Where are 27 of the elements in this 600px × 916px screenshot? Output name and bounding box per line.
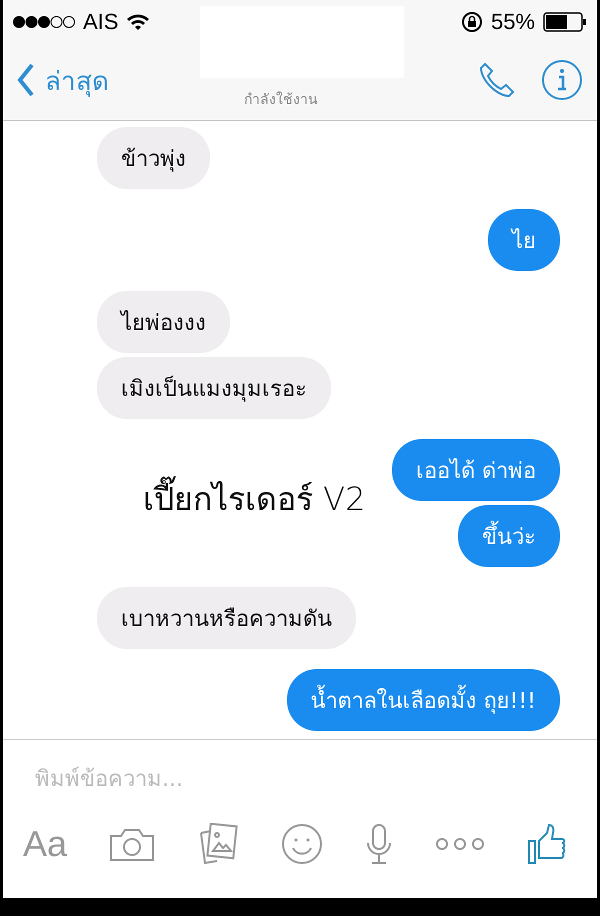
- sent-message: เออได้ ด่าพ่อ: [392, 439, 560, 501]
- sent-message: ขึ้นว่ะ: [458, 505, 560, 567]
- back-chevron-icon: [17, 63, 35, 97]
- active-status: กำลังใช้งาน: [244, 90, 318, 110]
- call-button[interactable]: [477, 60, 517, 100]
- received-message: ข้าวพุ่ง: [97, 127, 210, 189]
- carrier-name: AIS: [83, 9, 118, 35]
- info-button[interactable]: [541, 59, 583, 101]
- battery-percent: 55%: [490, 9, 535, 35]
- received-message: ไยพ่องงง: [97, 291, 230, 353]
- rotation-lock-icon: [460, 11, 483, 33]
- received-message: เมิงเป็นแมงมุมเรอะ: [97, 357, 331, 419]
- signal-icon: [13, 15, 75, 29]
- text-format-button[interactable]: Aa: [23, 823, 68, 865]
- like-button[interactable]: [526, 823, 567, 865]
- received-message: เบาหวานหรือความดัน: [97, 587, 356, 649]
- emoji-button[interactable]: [281, 823, 323, 865]
- microphone-button[interactable]: [364, 823, 393, 865]
- camera-button[interactable]: [109, 826, 156, 862]
- battery-icon: [543, 12, 587, 32]
- sent-message: น้ำตาลในเลือดมั้ง ถุย!!!: [286, 669, 560, 731]
- wifi-icon: [126, 13, 150, 31]
- caption-text: เปี๊ยกไรเดอร์ V2: [143, 473, 366, 524]
- sent-message: ไย: [488, 209, 560, 271]
- gallery-button[interactable]: [197, 823, 240, 865]
- more-button[interactable]: [434, 837, 485, 851]
- back-button[interactable]: ล่าสุด: [17, 60, 109, 100]
